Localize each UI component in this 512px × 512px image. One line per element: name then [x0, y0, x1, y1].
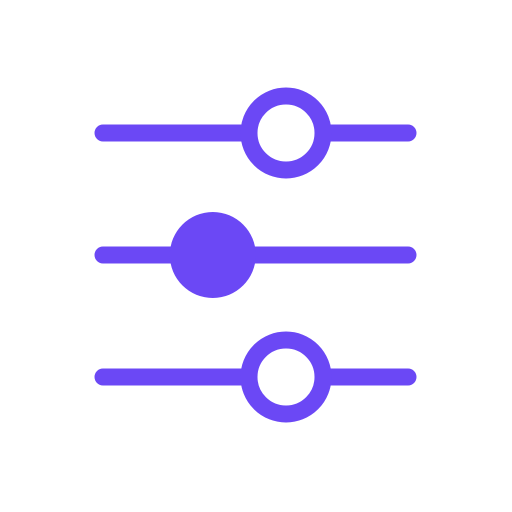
icon-canvas [0, 0, 512, 512]
slider-top [94, 87, 417, 179]
slider-bottom-knob [240, 331, 332, 423]
slider-middle-knob [169, 212, 256, 298]
sliders-icon [94, 87, 417, 423]
slider-middle [94, 212, 417, 298]
slider-bottom [94, 331, 417, 423]
slider-top-knob [240, 87, 332, 179]
